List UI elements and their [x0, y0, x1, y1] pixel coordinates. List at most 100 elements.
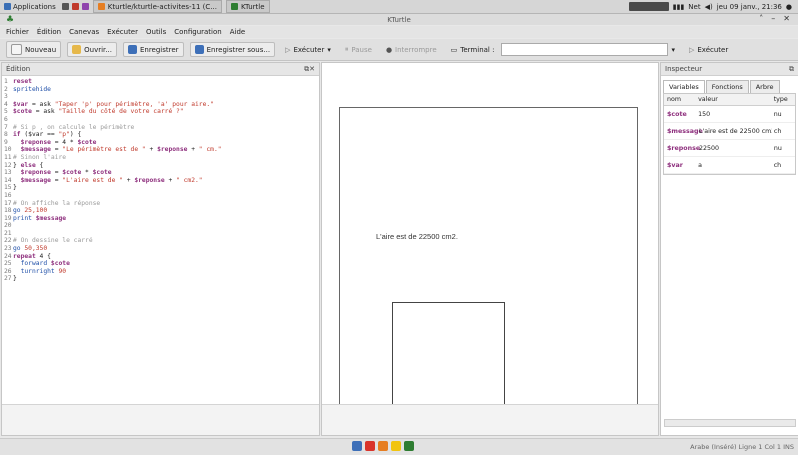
code-line[interactable]: 18go 25,100 [4, 207, 319, 215]
save-button[interactable]: Enregistrer [122, 42, 184, 57]
code-line[interactable]: 19print $message [4, 215, 319, 223]
terminal-run-button[interactable]: ▷ Exécuter [685, 44, 732, 56]
open-button[interactable]: Ouvrir... [67, 42, 117, 57]
code-line[interactable]: 17# On affiche la réponse [4, 200, 319, 208]
code-token: } [13, 184, 17, 192]
code-line[interactable]: 22# On dessine le carré [4, 237, 319, 245]
code-token: 90 [54, 267, 67, 275]
network-icon[interactable]: ▮▮▮ [673, 3, 685, 11]
code-line[interactable]: 6 [4, 116, 319, 124]
task-kturtle[interactable]: KTurtle [225, 0, 270, 13]
line-number: 7 [4, 123, 8, 131]
chevron-down-icon[interactable]: ▾ [671, 46, 675, 54]
dock [352, 441, 414, 451]
code-token: 50,350 [20, 245, 48, 253]
save-icon [127, 45, 137, 54]
new-button[interactable]: Nouveau [6, 41, 62, 58]
code-token: # On dessine le carré [13, 237, 93, 245]
dock-app-icon[interactable] [391, 441, 401, 451]
save-as-icon [194, 45, 204, 54]
volume-icon[interactable]: ◀) [705, 3, 713, 11]
horizontal-scrollbar[interactable] [664, 419, 796, 427]
user-icon[interactable]: ● [786, 3, 792, 11]
tab-variables[interactable]: Variables [663, 80, 705, 93]
menu-configuration[interactable]: Configuration [174, 28, 221, 36]
line-number: 21 [4, 229, 12, 237]
code-token: " cm2." [176, 176, 203, 184]
code-line[interactable]: 5 $cote = ask "Taille du côté de votre ca… [4, 108, 319, 116]
turtle-canvas[interactable]: L'aire est de 22500 cm2. [339, 107, 638, 416]
code-token: if [13, 131, 21, 139]
code-token: "p" [58, 131, 70, 139]
menu-canevas[interactable]: Canevas [69, 28, 99, 36]
code-token: "Taille du côté de votre carré ?" [58, 108, 184, 116]
code-line[interactable]: 15} [4, 184, 319, 192]
run-button[interactable]: ▷ Exécuter ▾ [281, 44, 335, 56]
app-launcher-icon[interactable] [71, 3, 79, 10]
code-line[interactable]: 1 reset [4, 78, 319, 86]
code-line[interactable]: 27} [4, 275, 319, 283]
code-line[interactable]: 23go 50,350 [4, 245, 319, 253]
code-token: $message [35, 214, 67, 222]
table-row[interactable]: $message L'aire est de 22500 cm2. ch [664, 123, 795, 140]
column-header-value[interactable]: valeur [696, 96, 772, 103]
code-line[interactable]: 25 forward $cote [4, 260, 319, 268]
close-icon[interactable]: ✕ [783, 14, 790, 23]
dock-app-icon[interactable] [352, 441, 362, 451]
code-line[interactable]: 16 [4, 192, 319, 200]
code-editor[interactable]: 1 reset 2 spritehide 3 4 $var = ask "Taper 'p'… [2, 76, 319, 283]
code-line[interactable]: 13 $reponse = $cote * $cote [4, 169, 319, 177]
column-header-name[interactable]: nom [664, 96, 696, 103]
turtle-icon[interactable] [404, 441, 414, 451]
terminal-launcher-icon[interactable] [61, 3, 69, 10]
applications-menu[interactable]: Applications [4, 3, 56, 11]
menu-aide[interactable]: Aide [230, 28, 245, 36]
chevron-down-icon[interactable]: ▾ [327, 46, 331, 54]
panel-float-close-icon[interactable]: ⧉✕ [304, 65, 315, 74]
code-line[interactable]: 2 spritehide [4, 86, 319, 94]
code-line[interactable]: 20 [4, 222, 319, 230]
menu-outils[interactable]: Outils [146, 28, 166, 36]
code-line[interactable]: 3 [4, 93, 319, 101]
code-line[interactable]: 11# Sinon l'aire [4, 154, 319, 162]
code-line[interactable]: 12} else { [4, 162, 319, 170]
code-token: ($var == [20, 131, 59, 139]
editor-status-text: Arabe (Inséré) Ligne 1 Col 1 INS [690, 443, 794, 451]
menu-edition[interactable]: Édition [37, 28, 61, 36]
code-token: $cote [77, 138, 97, 146]
save-as-button[interactable]: Enregistrer sous... [189, 42, 276, 57]
panel-float-icon[interactable]: ⧉ [789, 65, 794, 74]
code-token: $cote [62, 169, 82, 177]
line-number: 3 [4, 93, 8, 101]
menu-executer[interactable]: Exécuter [107, 28, 138, 36]
code-token: } [13, 275, 17, 283]
drawn-square [392, 302, 505, 416]
abort-button[interactable]: ● Interrompre [382, 44, 441, 56]
minimize-icon[interactable]: ˄ [759, 14, 763, 23]
app-launcher-icon[interactable] [81, 3, 89, 10]
code-line[interactable]: 14 $message = "L'aire est de " + $repons… [4, 177, 319, 185]
dock-app-icon[interactable] [378, 441, 388, 451]
inspector-tabs: Variables Fonctions Arbre [663, 80, 796, 93]
dock-app-icon[interactable] [365, 441, 375, 451]
table-row[interactable]: $reponse 22500 nu [664, 140, 795, 157]
column-header-type[interactable]: type [772, 96, 795, 103]
table-row[interactable]: $cote 150 nu [664, 106, 795, 123]
menu-fichier[interactable]: Fichier [6, 28, 29, 36]
code-line[interactable]: 24repeat 4 { [4, 253, 319, 261]
pause-button[interactable]: ⏸ Pause [341, 43, 376, 56]
workspace-switcher[interactable] [628, 2, 669, 11]
code-line[interactable]: 8 if ($var == "p") { [4, 131, 319, 139]
table-row[interactable]: $var a ch [664, 157, 795, 174]
clock[interactable]: jeu 09 janv., 21:36 [717, 3, 782, 11]
code-line[interactable]: 10 $message = "Le périmètre est de " + $… [4, 146, 319, 154]
code-line[interactable]: 26 turnright 90 [4, 268, 319, 276]
code-token: "Le périmètre est de " [62, 146, 146, 154]
terminal-group: ▭ Terminal : ▾ [447, 41, 679, 58]
maximize-icon[interactable]: – [771, 14, 775, 23]
tab-fonctions[interactable]: Fonctions [705, 80, 749, 93]
tab-arbre[interactable]: Arbre [749, 80, 780, 93]
task-kturtle-files[interactable]: Kturtle/kturtle-activites-11 (C... [92, 0, 222, 13]
terminal-input[interactable] [501, 43, 669, 56]
line-number: 1 [4, 78, 8, 85]
